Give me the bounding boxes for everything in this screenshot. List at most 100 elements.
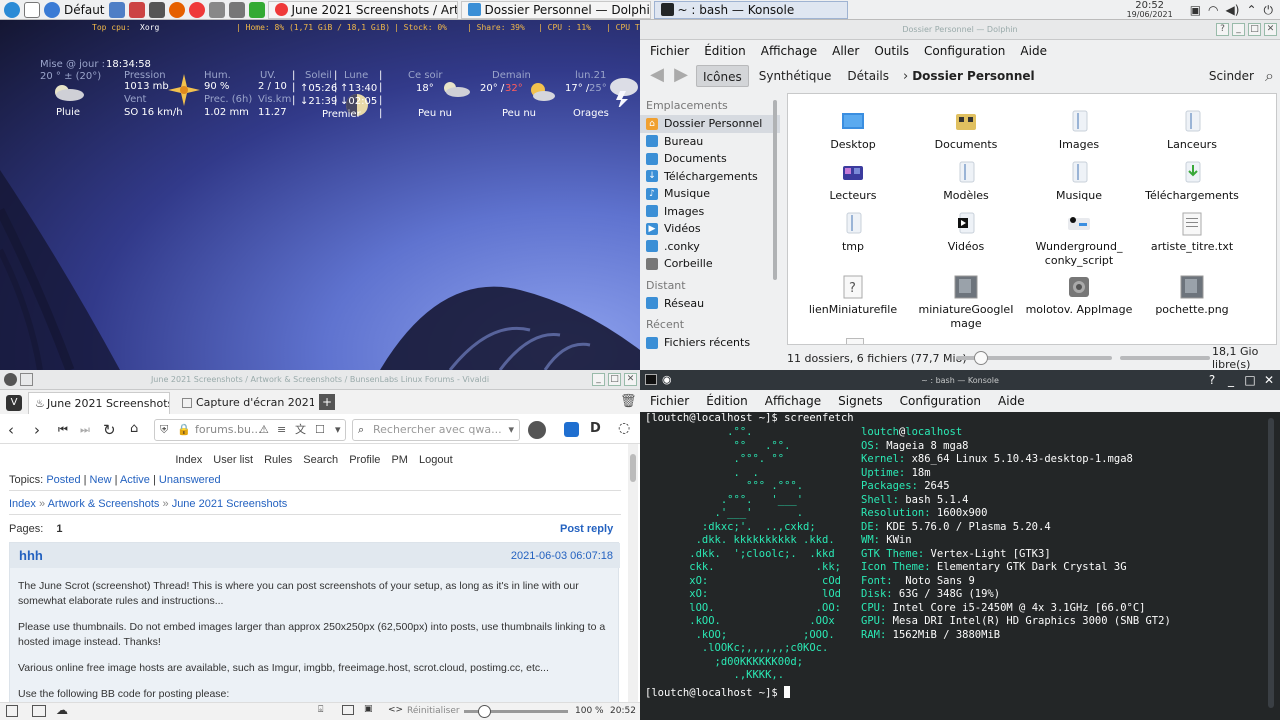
translate-icon[interactable]: 文 [295,420,306,440]
task-konsole[interactable]: ~ : bash — Konsole [653,0,848,19]
topics-new-link[interactable]: New [90,474,112,486]
volume-icon[interactable]: ◀) [1226,3,1240,17]
terminal-scrollbar[interactable] [1268,418,1274,708]
task-dolphin[interactable]: Dossier Personnel — Dolphin [460,0,651,19]
crumb-june[interactable]: June 2021 Screenshots [172,498,288,510]
place-item[interactable]: Images [640,203,780,221]
menu-outils[interactable]: Outils [874,44,909,58]
file-item[interactable]: Musique [1024,161,1134,203]
window-icon[interactable] [342,705,354,715]
rewind-icon[interactable]: ⏮ [58,423,68,437]
activity-label[interactable]: Défaut [64,3,105,17]
file-item[interactable]: Vidéos [911,212,1021,254]
maximize-button[interactable]: □ [1243,373,1257,387]
launcher-dolphin-icon[interactable] [108,1,125,18]
link-pm[interactable]: PM [391,454,408,466]
file-item[interactable]: miniatureGoogleI mage [911,275,1021,331]
launcher-vivaldi-icon[interactable] [188,1,205,18]
file-item[interactable]: tmp [798,212,908,254]
launcher-vim-icon[interactable] [248,1,265,18]
menu-edition[interactable]: Édition [704,44,746,58]
cloud-icon[interactable]: ☁ [56,703,68,717]
code-icon[interactable]: <> [388,705,403,715]
show-desktop-icon[interactable] [24,1,40,18]
file-item[interactable]: Wunderground_ conky_script [1024,212,1134,268]
warning-icon[interactable]: ⚠ [259,420,269,440]
place-item[interactable]: ▶ Vidéos [640,220,780,238]
crumb-artwork[interactable]: Artwork & Screenshots [48,498,160,510]
new-tab-button[interactable]: + [319,394,335,410]
konsole-titlebar[interactable]: ◉ ~ : bash — Konsole ? _ □ ✕ [640,370,1280,390]
launcher-email-icon[interactable] [128,1,145,18]
url-field[interactable]: ⛨ 🔒 forums.bu... ⚠ ≡ 文 ☐ ▾ [154,419,346,441]
image-icon[interactable]: ▣ [364,704,373,714]
file-item[interactable]: artiste_titre.txt [1137,212,1247,254]
place-item[interactable]: Réseau [640,295,780,313]
file-item[interactable]: Images [1024,110,1134,152]
place-item[interactable]: ♪ Musique [640,185,780,203]
menu-affichage[interactable]: Affichage [765,394,821,408]
tab-june-screenshots[interactable]: ♨ June 2021 Screenshots / A [28,392,170,414]
menu-edition[interactable]: Édition [706,394,748,408]
link-profile[interactable]: Profile [349,454,380,466]
split-button[interactable]: Scinder [1209,69,1254,83]
menu-fichier[interactable]: Fichier [650,44,689,58]
link-user-list[interactable]: User list [213,454,253,466]
place-item[interactable]: ↓ Téléchargements [640,168,780,186]
maximize-button[interactable]: □ [1248,23,1261,36]
forward-arrow-icon[interactable]: ▶ [670,65,692,87]
launcher-firefox-icon[interactable] [168,1,185,18]
forward-icon[interactable]: › [34,421,40,439]
link-rules[interactable]: Rules [264,454,292,466]
reset-zoom[interactable]: Réinitialiser [407,706,460,716]
file-item[interactable]: molotov. AppImage [1024,275,1134,317]
tray-expand-icon[interactable]: ⌃ [1246,3,1256,17]
menu-configuration[interactable]: Configuration [900,394,981,408]
extension-icon[interactable] [564,422,579,437]
fast-forward-icon[interactable]: ⏭ [80,423,90,437]
minimize-button[interactable]: _ [592,373,605,386]
camera-icon[interactable]: ⌺ [318,705,323,715]
dolphin-titlebar[interactable]: Dossier Personnel — Dolphin ? _ □ ✕ [640,20,1280,40]
task-vivaldi[interactable]: June 2021 Screenshots / Artwork … [267,0,458,19]
place-item[interactable]: Corbeille [640,255,780,273]
zoom-slider-handle[interactable] [974,351,988,365]
view-details-button[interactable]: Détails [841,65,895,87]
view-compact-button[interactable]: Synthétique [753,65,838,87]
launcher-files-icon[interactable] [148,1,165,18]
zoom-handle[interactable] [478,705,491,718]
place-item[interactable]: Bureau [640,133,780,151]
clock[interactable]: 20:52 19/06/2021 [1127,1,1180,20]
activity-icon[interactable] [44,1,60,18]
file-item[interactable]: Lecteurs [798,161,908,203]
back-arrow-icon[interactable]: ◀ [646,65,668,87]
tab-capture[interactable]: Capture d'écran 2021 06 1 [178,392,314,414]
trash-icon[interactable]: 🗑 [620,394,637,409]
file-item[interactable]: pochette.png [1137,275,1247,317]
reload-icon[interactable]: ↻ [103,421,116,439]
vivaldi-menu-icon[interactable]: V [6,395,22,411]
minimize-button[interactable]: _ [1224,373,1238,387]
lock-icon[interactable]: 🔒 [177,420,191,440]
place-item[interactable]: Documents [640,150,780,168]
close-button[interactable]: ✕ [624,373,637,386]
search-field[interactable]: ⌕ Rechercher avec qwa... ▾ [352,419,520,441]
link-logout[interactable]: Logout [419,454,453,466]
file-item[interactable]: ? lienMiniaturefile [798,275,908,317]
terminal-output[interactable]: [loutch@localhost ~]$ screenfetch loutch… [640,412,1268,718]
scrollbar-thumb[interactable] [630,454,636,482]
places-scrollbar[interactable] [773,100,777,280]
back-icon[interactable]: ‹ [8,421,14,439]
place-item[interactable]: ⌂ Dossier Personnel [640,115,780,133]
breadcrumb-current[interactable]: Dossier Personnel [912,69,1034,83]
page-scrollbar[interactable] [628,444,638,706]
panel-toggle-icon[interactable] [6,705,18,717]
menu-signets[interactable]: Signets [838,394,883,408]
power-icon[interactable]: ⏻ [1264,3,1274,18]
menu-configuration[interactable]: Configuration [924,44,1005,58]
post-reply-link[interactable]: Post reply [560,523,613,535]
page-number[interactable]: 1 [56,523,62,535]
menu-aide[interactable]: Aide [998,394,1025,408]
topics-unanswered-link[interactable]: Unanswered [159,474,221,486]
search-icon[interactable]: ⌕ [1265,66,1274,86]
